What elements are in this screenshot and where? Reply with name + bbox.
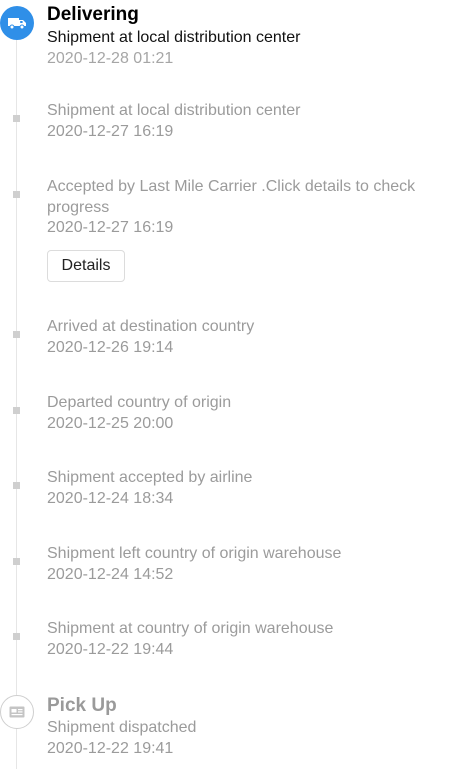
- event-timestamp: 2020-12-22 19:41: [47, 739, 174, 757]
- event-description: Shipment left country of origin warehous…: [47, 545, 342, 562]
- timeline-dot: [13, 482, 20, 489]
- timeline-dot: [13, 633, 20, 640]
- event-text: Shipment at country of origin warehouse …: [47, 619, 453, 660]
- timeline-dot: [13, 331, 20, 338]
- event-text: Pick Up Shipment dispatched 2020-12-22 1…: [47, 695, 453, 759]
- tracking-timeline: Delivering Shipment at local distributio…: [0, 0, 453, 769]
- timeline-dot: [13, 558, 20, 565]
- event-description: Shipment accepted by airline: [47, 469, 253, 486]
- event-description: Shipment dispatched: [47, 719, 197, 736]
- event-text: Shipment accepted by airline 2020-12-24 …: [47, 468, 453, 509]
- event-description: Accepted by Last Mile Carrier .Click det…: [47, 178, 416, 216]
- event-description: Shipment at local distribution center: [47, 29, 301, 46]
- truck-icon-graphic: [8, 18, 26, 30]
- details-button[interactable]: Details: [47, 250, 125, 282]
- timeline-dot: [13, 407, 20, 414]
- event-timestamp: 2020-12-27 16:19: [47, 122, 174, 140]
- event-description: Arrived at destination country: [47, 318, 255, 335]
- status-title: Delivering: [47, 4, 139, 25]
- package-card-icon-graphic: [9, 706, 25, 718]
- event-timestamp: 2020-12-27 16:19: [47, 219, 174, 236]
- event-description: Shipment at country of origin warehouse: [47, 620, 334, 637]
- event-text: Shipment at local distribution center 20…: [47, 101, 453, 142]
- event-text: Delivering Shipment at local distributio…: [47, 4, 453, 69]
- event-timestamp: 2020-12-25 20:00: [47, 414, 174, 432]
- status-title: Pick Up: [47, 695, 117, 716]
- timeline-rail: [16, 30, 17, 769]
- event-description: Shipment at local distribution center: [47, 102, 301, 119]
- timeline-dot: [13, 191, 20, 198]
- event-timestamp: 2020-12-24 18:34: [47, 489, 174, 507]
- package-card-icon: [0, 695, 34, 729]
- event-description: Departed country of origin: [47, 394, 232, 411]
- truck-icon: [0, 6, 34, 40]
- event-timestamp: 2020-12-26 19:14: [47, 338, 174, 356]
- event-text: Departed country of origin 2020-12-25 20…: [47, 393, 453, 434]
- event-timestamp: 2020-12-22 19:44: [47, 640, 174, 658]
- event-timestamp: 2020-12-28 01:21: [47, 49, 174, 67]
- event-text: Accepted by Last Mile Carrier .Click det…: [47, 177, 453, 239]
- event-text: Shipment left country of origin warehous…: [47, 544, 453, 585]
- event-timestamp: 2020-12-24 14:52: [47, 565, 174, 583]
- event-text: Arrived at destination country 2020-12-2…: [47, 317, 453, 358]
- timeline-dot: [13, 115, 20, 122]
